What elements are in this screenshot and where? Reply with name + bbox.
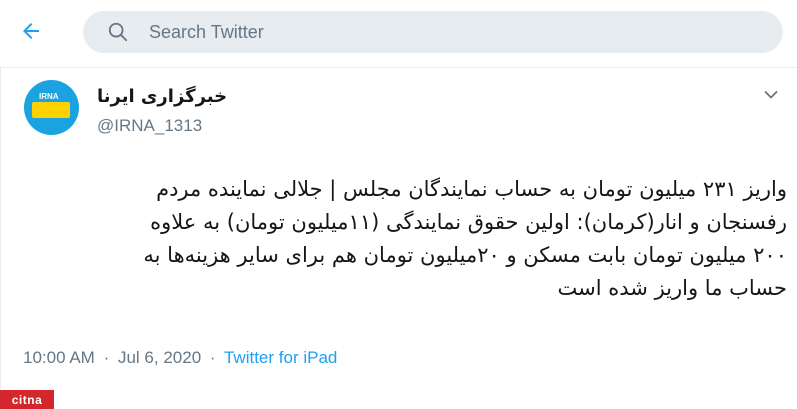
avatar-logo-mark	[32, 102, 70, 118]
tweet: IRNA خبرگزاری ایرنا @IRNA_1313 واریز ۲۳۱…	[0, 68, 797, 409]
tweet-text-line: ۲۰۰ میلیون تومان بابت مسکن و ۲۰میلیون تو…	[143, 243, 787, 267]
tweet-date[interactable]: Jul 6, 2020	[118, 348, 201, 367]
display-name[interactable]: خبرگزاری ایرنا	[97, 86, 227, 107]
tweet-text-line: واریز ۲۳۱ میلیون تومان به حساب نمایندگان…	[156, 177, 787, 201]
tweet-text: واریز ۲۳۱ میلیون تومان به حساب نمایندگان…	[17, 173, 787, 305]
meta-separator: ·	[103, 348, 110, 367]
chevron-down-icon	[764, 87, 778, 105]
search-input[interactable]	[149, 21, 749, 43]
top-bar	[0, 0, 797, 64]
tweet-time[interactable]: 10:00 AM	[23, 348, 95, 367]
tweet-source-link[interactable]: Twitter for iPad	[224, 348, 337, 367]
avatar[interactable]: IRNA	[24, 80, 79, 135]
search-icon	[107, 20, 131, 44]
more-options-button[interactable]	[761, 86, 781, 106]
watermark-logo: citna	[0, 390, 54, 409]
meta-separator: ·	[209, 348, 216, 367]
arrow-left-icon	[19, 19, 43, 48]
avatar-label: IRNA	[39, 92, 59, 101]
back-button[interactable]	[14, 16, 48, 50]
tweet-text-line: حساب ما واریز شده است	[557, 276, 787, 300]
search-box[interactable]	[83, 11, 783, 53]
user-handle[interactable]: @IRNA_1313	[97, 116, 202, 136]
tweet-text-line: رفسنجان و انار(کرمان): اولین حقوق نمایند…	[150, 210, 787, 234]
tweet-meta: 10:00 AM · Jul 6, 2020 · Twitter for iPa…	[23, 348, 337, 368]
